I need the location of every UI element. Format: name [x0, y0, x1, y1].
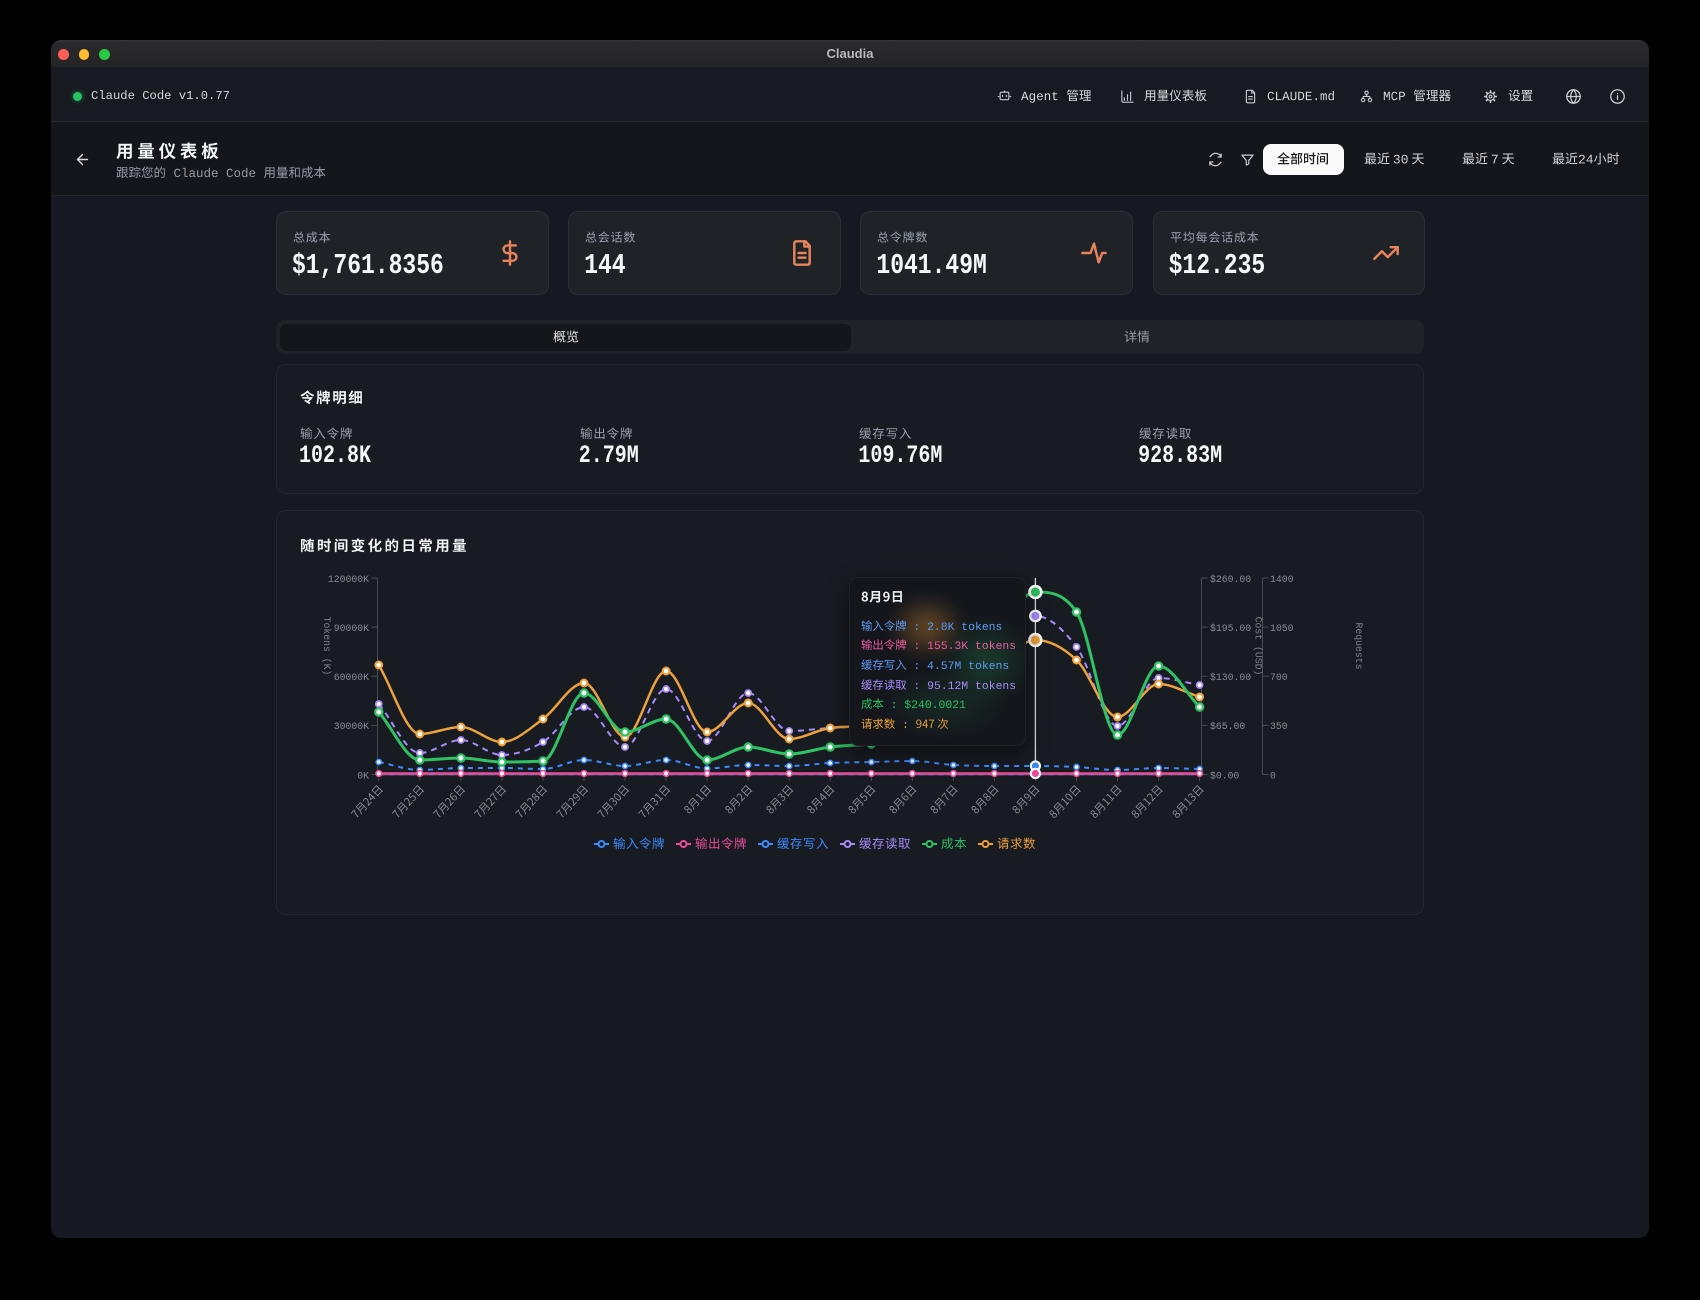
svg-text:Tokens (K): Tokens (K)	[321, 617, 332, 676]
svg-text:1050: 1050	[1270, 623, 1294, 634]
svg-text:700: 700	[1270, 672, 1288, 683]
svg-text:0K: 0K	[357, 770, 369, 781]
svg-text:1400: 1400	[1270, 574, 1294, 585]
svg-text:$195.00: $195.00	[1210, 623, 1251, 634]
svg-text:90000K: 90000K	[334, 623, 369, 634]
svg-text:60000K: 60000K	[334, 672, 369, 683]
svg-text:$130.00: $130.00	[1210, 672, 1251, 683]
svg-text:Cost (USD): Cost (USD)	[1253, 617, 1264, 676]
svg-text:Requests: Requests	[1353, 622, 1364, 669]
svg-text:120000K: 120000K	[328, 574, 369, 585]
svg-text:$260.00: $260.00	[1210, 574, 1251, 585]
svg-text:350: 350	[1270, 721, 1288, 732]
svg-text:30000K: 30000K	[334, 721, 369, 732]
svg-text:$0.00: $0.00	[1210, 770, 1240, 781]
svg-text:$65.00: $65.00	[1210, 721, 1245, 732]
svg-text:0: 0	[1270, 770, 1276, 781]
